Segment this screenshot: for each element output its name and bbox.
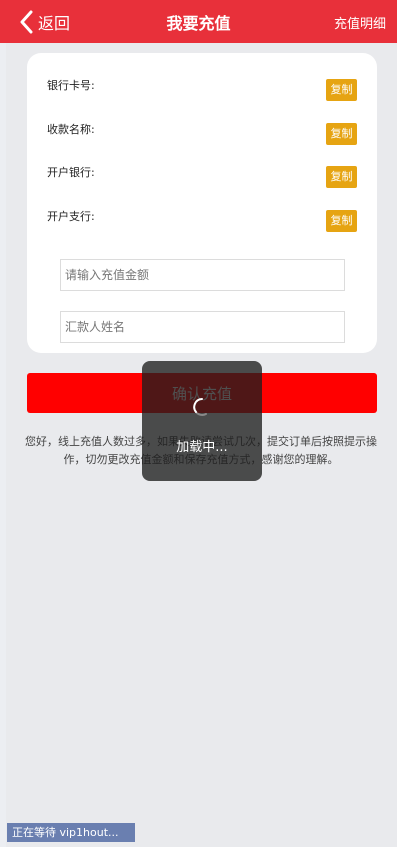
bank-branch-label: 开户支行:: [47, 210, 95, 223]
copy-bank-branch-button[interactable]: 复制: [326, 210, 357, 232]
left-edge: [0, 43, 6, 847]
recharge-card: 银行卡号: 复制 收款名称: 复制 开户银行: 复制 开户支行: 复制: [27, 53, 377, 353]
bank-branch-row: 开户支行: 复制: [27, 204, 377, 232]
bank-card-number-row: 银行卡号: 复制: [27, 73, 377, 101]
top-bar: 返回 我要充值 充值明细: [0, 0, 397, 43]
bank-name-row: 开户银行: 复制: [27, 160, 377, 188]
amount-input[interactable]: [60, 259, 345, 291]
bank-card-number-label: 银行卡号:: [47, 79, 95, 92]
loading-text: 加载中...: [176, 440, 228, 455]
loading-toast: 加载中...: [142, 361, 262, 481]
recharge-page: 返回 我要充值 充值明细 银行卡号: 复制 收款名称: 复制 开户银行: 复制 …: [0, 0, 397, 847]
copy-bank-card-number-button[interactable]: 复制: [326, 79, 357, 101]
copy-payee-name-button[interactable]: 复制: [326, 123, 357, 145]
remitter-name-input[interactable]: [60, 311, 345, 343]
payee-name-row: 收款名称: 复制: [27, 117, 377, 145]
copy-bank-name-button[interactable]: 复制: [326, 166, 357, 188]
recharge-detail-link[interactable]: 充值明细: [334, 13, 386, 32]
loading-spinner-icon: [193, 398, 207, 416]
status-bar: 正在等待 vip1hout...: [7, 823, 135, 842]
payee-name-label: 收款名称:: [47, 123, 95, 136]
bank-name-label: 开户银行:: [47, 166, 95, 179]
